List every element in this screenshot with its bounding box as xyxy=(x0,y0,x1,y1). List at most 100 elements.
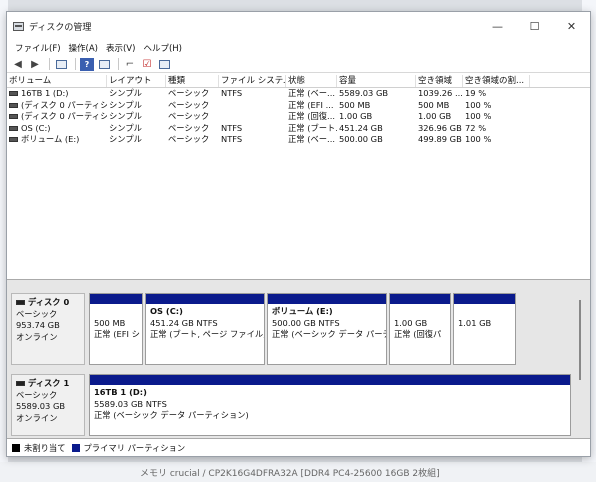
minimize-button[interactable]: — xyxy=(479,12,516,40)
volume-layout: シンプル xyxy=(109,122,142,133)
toolbar-divider xyxy=(49,58,50,70)
volume-free-space: 326.96 GB xyxy=(418,122,462,133)
disk-management-window: ディスクの管理 — ☐ ✕ ファイル(F) 操作(A) 表示(V) ヘルプ(H)… xyxy=(6,11,591,457)
partition-name: 16TB 1 (D:) xyxy=(94,387,147,397)
close-button[interactable]: ✕ xyxy=(553,12,590,40)
menu-file[interactable]: ファイル(F) xyxy=(11,42,65,54)
disk-icon xyxy=(16,300,25,305)
menu-bar: ファイル(F) 操作(A) 表示(V) ヘルプ(H) xyxy=(7,40,590,56)
volume-layout: シンプル xyxy=(109,88,142,98)
volume-free-percent: 100 % xyxy=(465,111,492,121)
volume-status: 正常 (回復... xyxy=(288,111,335,121)
partition-efi[interactable]: 500 MB 正常 (EFI シ xyxy=(89,293,143,365)
disk-type: ベーシック xyxy=(16,389,58,400)
maximize-button[interactable]: ☐ xyxy=(516,12,553,40)
disk-0: ディスク 0 ベーシック 953.74 GB オンライン 500 MB 正常 (… xyxy=(11,293,516,365)
volume-filesystem xyxy=(219,111,286,123)
disk-1: ディスク 1 ベーシック 5589.03 GB オンライン 16TB 1 (D:… xyxy=(11,374,571,436)
disk-status: オンライン xyxy=(16,412,58,423)
disk-size: 5589.03 GB xyxy=(16,401,66,411)
volume-layout: シンプル xyxy=(109,99,142,110)
table-row[interactable]: (ディスク 0 パーティシ... シンプル ベーシック 正常 (EFI ... … xyxy=(7,100,590,112)
partition-name: ボリューム (E:) xyxy=(272,306,333,316)
volume-name: (ディスク 0 パーティシ... xyxy=(21,111,107,121)
disk-management-icon xyxy=(13,21,24,31)
column-volume[interactable]: ボリューム xyxy=(7,75,107,87)
volume-status: 正常 (ベー... xyxy=(288,88,335,98)
legend-item-unallocated: 未割り当て xyxy=(12,442,66,454)
legend-label: 未割り当て xyxy=(24,442,66,453)
volume-free-space: 499.89 GB xyxy=(418,134,462,144)
table-row[interactable]: (ディスク 0 パーティシ... シンプル ベーシック 正常 (回復... 1.… xyxy=(7,111,590,123)
console-tree-icon[interactable] xyxy=(54,58,68,71)
vertical-scrollbar[interactable] xyxy=(579,300,581,380)
volume-free-percent: 100 % xyxy=(465,99,492,110)
table-row[interactable]: 16TB 1 (D:) シンプル ベーシック NTFS 正常 (ベー... 55… xyxy=(7,88,590,100)
volume-name: 16TB 1 (D:) xyxy=(21,88,69,98)
column-status[interactable]: 状態 xyxy=(286,75,337,87)
volume-layout: シンプル xyxy=(109,134,142,144)
volume-list: ボリューム レイアウト 種類 ファイル システム 状態 容量 空き領域 空き領域… xyxy=(7,75,590,280)
legend-item-primary: プライマリ パーティション xyxy=(71,442,185,454)
volume-name: ボリューム (E:) xyxy=(21,134,80,144)
disk-name: ディスク 0 xyxy=(28,297,70,307)
column-filesystem[interactable]: ファイル システム xyxy=(219,75,286,87)
volume-free-space: 500 MB xyxy=(418,99,450,110)
partition-unlabeled[interactable]: 1.01 GB xyxy=(453,293,516,365)
menu-action[interactable]: 操作(A) xyxy=(65,42,102,54)
disk-name: ディスク 1 xyxy=(28,378,70,388)
window-title: ディスクの管理 xyxy=(29,22,92,33)
table-row[interactable]: ボリューム (E:) シンプル ベーシック NTFS 正常 (ベー... 500… xyxy=(7,134,590,146)
background-text: メモリ crucial / CP2K16G4DFRA32A [DDR4 PC4-… xyxy=(140,469,440,479)
volume-status: 正常 (ブート... xyxy=(288,122,337,133)
column-layout[interactable]: レイアウト xyxy=(107,75,166,87)
disk-1-label[interactable]: ディスク 1 ベーシック 5589.03 GB オンライン xyxy=(11,374,85,436)
volume-capacity: 500.00 GB xyxy=(339,134,383,144)
partition-name: OS (C:) xyxy=(150,306,183,316)
volume-filesystem xyxy=(219,100,286,112)
forward-arrow-icon[interactable]: ▶ xyxy=(28,58,42,71)
checklist-icon[interactable]: ☑ xyxy=(140,58,154,71)
volume-filesystem: NTFS xyxy=(221,134,243,144)
column-free-percent[interactable]: 空き領域の割... xyxy=(463,75,530,87)
drive-icon xyxy=(9,91,18,96)
partition-status: 正常 (ベーシック データ パーティション) xyxy=(94,410,249,420)
partition-size: 500.00 GB NTFS xyxy=(272,317,340,328)
column-free-space[interactable]: 空き領域 xyxy=(416,75,463,87)
connect-drive-icon[interactable]: ⌐ xyxy=(123,58,137,71)
drive-icon xyxy=(9,137,18,142)
volume-layout: シンプル xyxy=(109,111,142,121)
legend: 未割り当て プライマリ パーティション xyxy=(7,438,590,456)
legend-swatch-unallocated xyxy=(12,443,20,452)
menu-help[interactable]: ヘルプ(H) xyxy=(139,42,186,54)
disk-0-label[interactable]: ディスク 0 ベーシック 953.74 GB オンライン xyxy=(11,293,85,365)
view-icon[interactable] xyxy=(157,58,171,71)
disk-icon xyxy=(16,381,25,386)
partition-size: 1.01 GB xyxy=(458,317,492,328)
table-row[interactable]: OS (C:) シンプル ベーシック NTFS 正常 (ブート... 451.2… xyxy=(7,123,590,135)
disk-size: 953.74 GB xyxy=(16,320,60,330)
partition-recovery[interactable]: 1.00 GB 正常 (回復パ xyxy=(389,293,451,365)
volume-status: 正常 (EFI ... xyxy=(288,99,334,110)
partition-size: 1.00 GB xyxy=(394,317,428,328)
title-bar[interactable]: ディスクの管理 — ☐ ✕ xyxy=(7,12,590,40)
disk-graphical-view: ディスク 0 ベーシック 953.74 GB オンライン 500 MB 正常 (… xyxy=(7,280,590,439)
volume-type: ベーシック xyxy=(168,134,210,144)
partition-16tb-d[interactable]: 16TB 1 (D:) 5589.03 GB NTFS 正常 (ベーシック デー… xyxy=(89,374,571,436)
volume-table-header: ボリューム レイアウト 種類 ファイル システム 状態 容量 空き領域 空き領域… xyxy=(7,75,590,88)
back-arrow-icon[interactable]: ◀ xyxy=(11,58,25,71)
volume-free-percent: 72 % xyxy=(465,122,487,133)
menu-view[interactable]: 表示(V) xyxy=(102,42,139,54)
volume-name: (ディスク 0 パーティシ... xyxy=(21,99,107,110)
properties-icon[interactable] xyxy=(97,58,111,71)
volume-capacity: 500 MB xyxy=(339,99,371,110)
partition-size: 5589.03 GB NTFS xyxy=(94,398,167,409)
column-capacity[interactable]: 容量 xyxy=(337,75,416,87)
drive-icon xyxy=(9,102,18,108)
volume-type: ベーシック xyxy=(168,88,210,98)
legend-swatch-primary xyxy=(71,443,80,452)
column-type[interactable]: 種類 xyxy=(166,75,219,87)
help-icon[interactable]: ? xyxy=(80,57,94,71)
partition-os-c[interactable]: OS (C:) 451.24 GB NTFS 正常 (ブート, ページ ファイル… xyxy=(145,293,265,365)
partition-volume-e[interactable]: ボリューム (E:) 500.00 GB NTFS 正常 (ベーシック データ … xyxy=(267,293,387,365)
